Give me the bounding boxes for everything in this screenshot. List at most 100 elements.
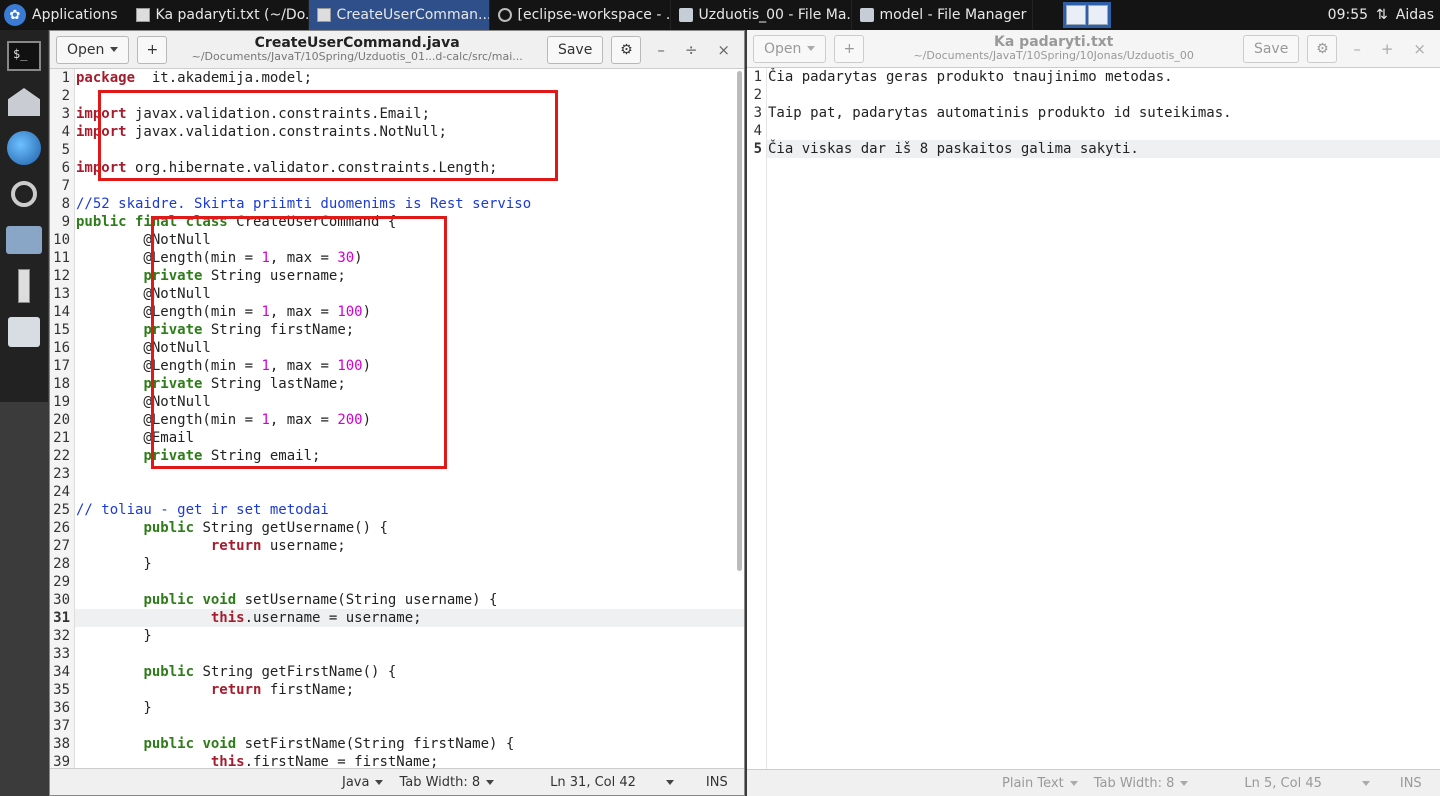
new-tab-button[interactable]: + [834, 34, 865, 63]
cursor-position[interactable]: Ln 31, Col 42 [550, 775, 636, 790]
network-icon[interactable]: ⇅ [1376, 7, 1388, 23]
software-launcher[interactable] [4, 312, 44, 352]
code-line[interactable]: return username; [75, 537, 744, 555]
code-line[interactable] [75, 483, 744, 501]
code-line[interactable]: this.firstName = firstName; [75, 753, 744, 768]
window-title: CreateUserCommand.java [254, 35, 460, 52]
code-line[interactable]: package it.akademija.model; [75, 69, 744, 87]
code-line[interactable]: Čia viskas dar iš 8 paskaitos galima sak… [767, 140, 1440, 158]
code-line[interactable]: } [75, 699, 744, 717]
clock[interactable]: 09:55 [1328, 7, 1368, 23]
position-menu[interactable] [665, 779, 674, 785]
code-token: username; [261, 538, 346, 554]
status-bar: Plain Text Tab Width: 8 Ln 5, Col 45 INS [747, 769, 1440, 796]
code-token: } [76, 556, 152, 572]
line-numbers: 1 2 3 4 5 6 7 8 9 10 11 12 13 14 15 16 17 18 19 20 21 22 23 24 2… [50, 69, 75, 768]
minimize-icon[interactable]: – [657, 41, 665, 59]
code-token: } [76, 700, 152, 716]
code-token: String getFirstName() { [194, 664, 397, 680]
line-number: 31 [53, 610, 70, 626]
code-line[interactable]: public String getUsername() { [75, 519, 744, 537]
task-create-user-command[interactable]: CreateUserComman... [308, 0, 490, 30]
task-file-manager-uzduotis[interactable]: Uzduotis_00 - File Ma... [671, 0, 852, 30]
code-token: setFirstName(String firstName) { [236, 736, 515, 752]
search-launcher[interactable] [4, 174, 44, 214]
text-editor-icon [135, 8, 150, 22]
insert-mode[interactable]: INS [706, 775, 728, 790]
editor-body: 1 2 3 4 5 Čia padarytas geras produkto tnauj… [747, 68, 1440, 769]
code-line[interactable] [75, 717, 744, 735]
code-line[interactable] [767, 122, 1440, 140]
close-icon[interactable]: × [717, 41, 730, 59]
code-line[interactable]: Čia padarytas geras produkto tnaujinimo … [767, 68, 1440, 86]
window-subtitle: ~/Documents/JavaT/10Spring/Uzduotis_01..… [191, 51, 523, 64]
workspace-switcher[interactable] [1062, 2, 1111, 28]
code-token: .firstName = firstName; [244, 754, 439, 768]
workspace-2-icon[interactable] [1087, 5, 1108, 25]
code-line[interactable]: public void setUsername(String username)… [75, 591, 744, 609]
language-selector[interactable]: Java [342, 774, 384, 790]
applications-menu[interactable]: ✿ Applications [0, 0, 128, 30]
insert-mode[interactable]: INS [1400, 776, 1422, 791]
language-selector[interactable]: Plain Text [1002, 776, 1078, 791]
open-button[interactable]: Open [753, 34, 827, 63]
code-line[interactable]: } [75, 627, 744, 645]
close-icon[interactable]: × [1413, 40, 1426, 58]
code-token: this [210, 754, 245, 768]
position-menu[interactable] [1361, 780, 1370, 786]
vertical-scrollbar[interactable] [737, 71, 742, 571]
code-line[interactable]: // toliau - get ir set metodai [75, 501, 744, 519]
line-number: 1 [61, 70, 70, 86]
browser-launcher[interactable] [4, 128, 44, 168]
line-number: 22 [53, 448, 70, 464]
task-file-manager-model[interactable]: model - File Manager [852, 0, 1033, 30]
menu-button[interactable]: ⚙ [1307, 34, 1338, 63]
gear-icon: ⚙ [620, 41, 633, 58]
task-ka-padaryti[interactable]: Ka padaryti.txt (~/Do... [128, 0, 309, 30]
line-number: 38 [53, 736, 70, 752]
save-button[interactable]: Save [1242, 34, 1300, 63]
menu-button[interactable]: ⚙ [611, 35, 642, 64]
line-number: 25 [53, 502, 70, 518]
maximize-icon[interactable]: ÷ [685, 41, 698, 59]
code-line[interactable] [75, 645, 744, 663]
code-line[interactable]: //52 skaidre. Skirta priimti duomenims i… [75, 195, 744, 213]
cursor-position[interactable]: Ln 5, Col 45 [1244, 776, 1321, 791]
code-line[interactable]: public String getFirstName() { [75, 663, 744, 681]
open-button[interactable]: Open [56, 35, 130, 64]
workspace-1-icon[interactable] [1065, 5, 1086, 25]
tab-width-selector[interactable]: Tab Width: 8 [1094, 776, 1189, 791]
task-eclipse[interactable]: [eclipse-workspace - ... [490, 0, 671, 30]
code-token: //52 skaidre. Skirta priimti duomenims i… [76, 196, 532, 212]
save-label: Save [557, 41, 593, 58]
line-number: 28 [53, 556, 70, 572]
user-name[interactable]: Aidas [1396, 7, 1434, 23]
usb-launcher[interactable] [4, 266, 44, 306]
maximize-icon[interactable]: + [1381, 40, 1394, 58]
task-label: CreateUserComman... [336, 7, 490, 23]
save-button[interactable]: Save [546, 35, 604, 64]
code-line[interactable]: } [75, 555, 744, 573]
code-line[interactable]: Taip pat, padarytas automatinis produkto… [767, 104, 1440, 122]
text-view[interactable]: Čia padarytas geras produkto tnaujinimo … [767, 68, 1440, 769]
code-token: Čia viskas dar iš 8 paskaitos galima sak… [768, 141, 1139, 157]
code-view[interactable]: package it.akademija.model; import javax.… [75, 69, 744, 768]
code-line[interactable] [75, 573, 744, 591]
editor-body: 1 2 3 4 5 6 7 8 9 10 11 12 13 14 15 16 17 18 19 20 21 22 23 24 2… [50, 69, 744, 768]
globe-icon [7, 131, 41, 165]
terminal-icon: $_ [7, 41, 41, 71]
code-line[interactable]: public void setFirstName(String firstNam… [75, 735, 744, 753]
new-tab-button[interactable]: + [137, 35, 168, 64]
tab-width-selector[interactable]: Tab Width: 8 [399, 775, 495, 790]
code-line[interactable] [767, 86, 1440, 104]
language-label: Java [342, 774, 370, 790]
minimize-icon[interactable]: – [1353, 40, 1361, 58]
code-line[interactable]: this.username = username; [75, 609, 744, 627]
code-token: public [143, 520, 195, 536]
home-launcher[interactable] [4, 82, 44, 122]
code-line[interactable]: return firstName; [75, 681, 744, 699]
terminal-launcher[interactable]: $_ [4, 36, 44, 76]
files-launcher[interactable] [4, 220, 44, 260]
